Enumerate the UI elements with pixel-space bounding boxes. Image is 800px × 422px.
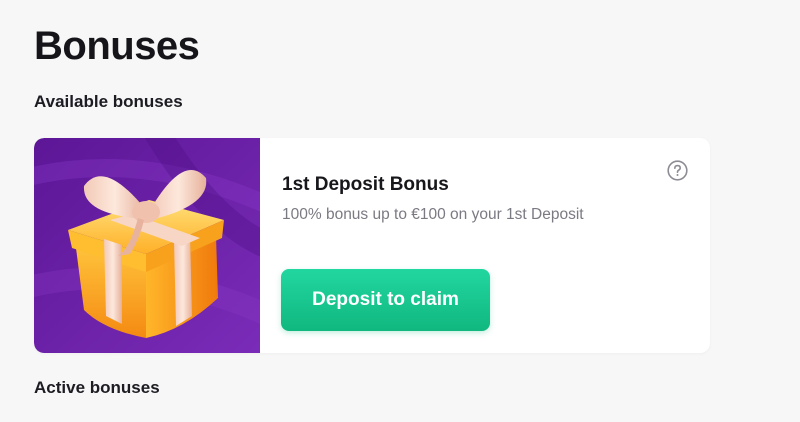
available-bonuses-heading: Available bonuses [34,92,183,111]
gift-box-icon [34,138,260,353]
question-circle-icon[interactable] [667,160,688,181]
deposit-to-claim-button[interactable]: Deposit to claim [281,269,490,331]
bonus-card: 1st Deposit Bonus 100% bonus up to €100 … [34,138,710,353]
active-bonuses-heading: Active bonuses [34,378,160,397]
page-title: Bonuses [34,24,200,68]
bonus-description: 100% bonus up to €100 on your 1st Deposi… [282,206,584,223]
bonus-title: 1st Deposit Bonus [282,174,449,195]
